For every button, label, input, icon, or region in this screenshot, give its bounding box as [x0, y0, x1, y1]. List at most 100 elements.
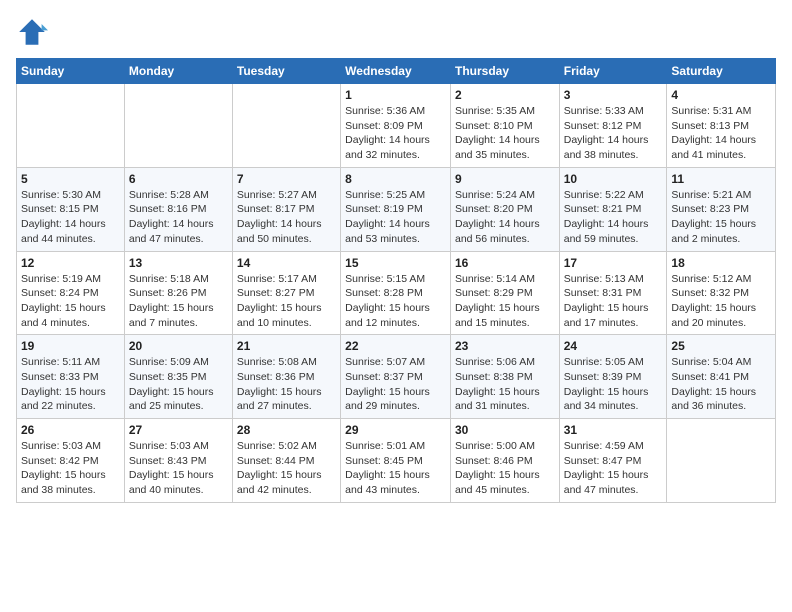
day-info-text: Sunrise: 5:14 AM Sunset: 8:29 PM Dayligh…: [455, 272, 555, 331]
calendar-cell: 21 Sunrise: 5:08 AM Sunset: 8:36 PM Dayli…: [232, 335, 340, 419]
day-number: 25: [671, 339, 771, 353]
calendar-cell: 7 Sunrise: 5:27 AM Sunset: 8:17 PM Daylig…: [232, 167, 340, 251]
day-number: 10: [564, 172, 663, 186]
calendar-cell: 4Sunrise: 5:31 AM Sunset: 8:13 PM Daylig…: [667, 84, 776, 168]
day-number: 18: [671, 256, 771, 270]
day-number: 12: [21, 256, 120, 270]
day-info-text: Sunrise: 5:03 AM Sunset: 8:42 PM Dayligh…: [21, 439, 120, 498]
day-number: 22: [345, 339, 446, 353]
day-number: 6: [129, 172, 228, 186]
day-number: 15: [345, 256, 446, 270]
day-of-week-header: Saturday: [667, 59, 776, 84]
day-number: 11: [671, 172, 771, 186]
day-info-text: Sunrise: 5:00 AM Sunset: 8:46 PM Dayligh…: [455, 439, 555, 498]
calendar-cell: 13 Sunrise: 5:18 AM Sunset: 8:26 PM Dayli…: [124, 251, 232, 335]
day-number: 23: [455, 339, 555, 353]
day-info-text: Sunrise: 5:13 AM Sunset: 8:31 PM Dayligh…: [564, 272, 663, 331]
day-info-text: Sunrise: 5:30 AM Sunset: 8:15 PM Dayligh…: [21, 188, 120, 247]
calendar-header-row: SundayMondayTuesdayWednesdayThursdayFrid…: [17, 59, 776, 84]
calendar-cell: 18Sunrise: 5:12 AM Sunset: 8:32 PM Dayli…: [667, 251, 776, 335]
day-info-text: Sunrise: 5:24 AM Sunset: 8:20 PM Dayligh…: [455, 188, 555, 247]
day-of-week-header: Thursday: [450, 59, 559, 84]
calendar-week-row: 1 Sunrise: 5:36 AM Sunset: 8:09 PM Daylig…: [17, 84, 776, 168]
day-number: 29: [345, 423, 446, 437]
day-number: 7: [237, 172, 336, 186]
calendar-cell: [667, 419, 776, 503]
calendar-cell: 19 Sunrise: 5:11 AM Sunset: 8:33 PM Dayli…: [17, 335, 125, 419]
day-number: 19: [21, 339, 120, 353]
calendar-cell: 31 Sunrise: 4:59 AM Sunset: 8:47 PM Dayli…: [559, 419, 667, 503]
calendar-cell: 30 Sunrise: 5:00 AM Sunset: 8:46 PM Dayli…: [450, 419, 559, 503]
day-info-text: Sunrise: 5:11 AM Sunset: 8:33 PM Dayligh…: [21, 355, 120, 414]
day-number: 21: [237, 339, 336, 353]
day-info-text: Sunrise: 5:17 AM Sunset: 8:27 PM Dayligh…: [237, 272, 336, 331]
calendar-cell: 3 Sunrise: 5:33 AM Sunset: 8:12 PM Daylig…: [559, 84, 667, 168]
day-info-text: Sunrise: 5:25 AM Sunset: 8:19 PM Dayligh…: [345, 188, 446, 247]
day-info-text: Sunrise: 5:15 AM Sunset: 8:28 PM Dayligh…: [345, 272, 446, 331]
calendar-cell: 28 Sunrise: 5:02 AM Sunset: 8:44 PM Dayli…: [232, 419, 340, 503]
day-info-text: Sunrise: 5:21 AM Sunset: 8:23 PM Dayligh…: [671, 188, 771, 247]
day-number: 14: [237, 256, 336, 270]
day-info-text: Sunrise: 5:08 AM Sunset: 8:36 PM Dayligh…: [237, 355, 336, 414]
day-info-text: Sunrise: 5:07 AM Sunset: 8:37 PM Dayligh…: [345, 355, 446, 414]
day-info-text: Sunrise: 4:59 AM Sunset: 8:47 PM Dayligh…: [564, 439, 663, 498]
calendar-cell: 11 Sunrise: 5:21 AM Sunset: 8:23 PM Dayli…: [667, 167, 776, 251]
calendar-cell: 1 Sunrise: 5:36 AM Sunset: 8:09 PM Daylig…: [341, 84, 451, 168]
calendar-cell: 2Sunrise: 5:35 AM Sunset: 8:10 PM Daylig…: [450, 84, 559, 168]
day-number: 28: [237, 423, 336, 437]
calendar-cell: [124, 84, 232, 168]
day-info-text: Sunrise: 5:19 AM Sunset: 8:24 PM Dayligh…: [21, 272, 120, 331]
calendar-cell: 29 Sunrise: 5:01 AM Sunset: 8:45 PM Dayli…: [341, 419, 451, 503]
day-number: 16: [455, 256, 555, 270]
day-info-text: Sunrise: 5:31 AM Sunset: 8:13 PM Dayligh…: [671, 104, 771, 163]
day-of-week-header: Sunday: [17, 59, 125, 84]
day-info-text: Sunrise: 5:09 AM Sunset: 8:35 PM Dayligh…: [129, 355, 228, 414]
calendar-week-row: 19 Sunrise: 5:11 AM Sunset: 8:33 PM Dayli…: [17, 335, 776, 419]
day-of-week-header: Friday: [559, 59, 667, 84]
calendar-cell: 15 Sunrise: 5:15 AM Sunset: 8:28 PM Dayli…: [341, 251, 451, 335]
day-info-text: Sunrise: 5:02 AM Sunset: 8:44 PM Dayligh…: [237, 439, 336, 498]
day-number: 20: [129, 339, 228, 353]
day-info-text: Sunrise: 5:36 AM Sunset: 8:09 PM Dayligh…: [345, 104, 446, 163]
calendar-cell: 9 Sunrise: 5:24 AM Sunset: 8:20 PM Daylig…: [450, 167, 559, 251]
day-number: 24: [564, 339, 663, 353]
calendar-cell: 22 Sunrise: 5:07 AM Sunset: 8:37 PM Dayli…: [341, 335, 451, 419]
day-number: 8: [345, 172, 446, 186]
day-of-week-header: Tuesday: [232, 59, 340, 84]
day-number: 31: [564, 423, 663, 437]
calendar-cell: 5 Sunrise: 5:30 AM Sunset: 8:15 PM Daylig…: [17, 167, 125, 251]
page-header: [16, 16, 776, 48]
calendar-week-row: 5 Sunrise: 5:30 AM Sunset: 8:15 PM Daylig…: [17, 167, 776, 251]
calendar-table: SundayMondayTuesdayWednesdayThursdayFrid…: [16, 58, 776, 503]
calendar-cell: 20 Sunrise: 5:09 AM Sunset: 8:35 PM Dayli…: [124, 335, 232, 419]
calendar-cell: [232, 84, 340, 168]
day-number: 3: [564, 88, 663, 102]
calendar-cell: 25Sunrise: 5:04 AM Sunset: 8:41 PM Dayli…: [667, 335, 776, 419]
day-number: 9: [455, 172, 555, 186]
calendar-cell: 8 Sunrise: 5:25 AM Sunset: 8:19 PM Daylig…: [341, 167, 451, 251]
day-info-text: Sunrise: 5:05 AM Sunset: 8:39 PM Dayligh…: [564, 355, 663, 414]
day-info-text: Sunrise: 5:01 AM Sunset: 8:45 PM Dayligh…: [345, 439, 446, 498]
day-number: 26: [21, 423, 120, 437]
calendar-cell: 6 Sunrise: 5:28 AM Sunset: 8:16 PM Daylig…: [124, 167, 232, 251]
day-info-text: Sunrise: 5:27 AM Sunset: 8:17 PM Dayligh…: [237, 188, 336, 247]
calendar-cell: 26 Sunrise: 5:03 AM Sunset: 8:42 PM Dayli…: [17, 419, 125, 503]
logo: [16, 16, 52, 48]
calendar-cell: 27Sunrise: 5:03 AM Sunset: 8:43 PM Dayli…: [124, 419, 232, 503]
day-number: 17: [564, 256, 663, 270]
day-number: 13: [129, 256, 228, 270]
calendar-cell: 23 Sunrise: 5:06 AM Sunset: 8:38 PM Dayli…: [450, 335, 559, 419]
day-info-text: Sunrise: 5:28 AM Sunset: 8:16 PM Dayligh…: [129, 188, 228, 247]
logo-icon: [16, 16, 48, 48]
day-info-text: Sunrise: 5:33 AM Sunset: 8:12 PM Dayligh…: [564, 104, 663, 163]
day-info-text: Sunrise: 5:22 AM Sunset: 8:21 PM Dayligh…: [564, 188, 663, 247]
day-info-text: Sunrise: 5:18 AM Sunset: 8:26 PM Dayligh…: [129, 272, 228, 331]
day-number: 5: [21, 172, 120, 186]
day-number: 30: [455, 423, 555, 437]
day-info-text: Sunrise: 5:06 AM Sunset: 8:38 PM Dayligh…: [455, 355, 555, 414]
day-of-week-header: Monday: [124, 59, 232, 84]
day-number: 1: [345, 88, 446, 102]
calendar-cell: 14 Sunrise: 5:17 AM Sunset: 8:27 PM Dayli…: [232, 251, 340, 335]
calendar-cell: [17, 84, 125, 168]
calendar-cell: 16 Sunrise: 5:14 AM Sunset: 8:29 PM Dayli…: [450, 251, 559, 335]
